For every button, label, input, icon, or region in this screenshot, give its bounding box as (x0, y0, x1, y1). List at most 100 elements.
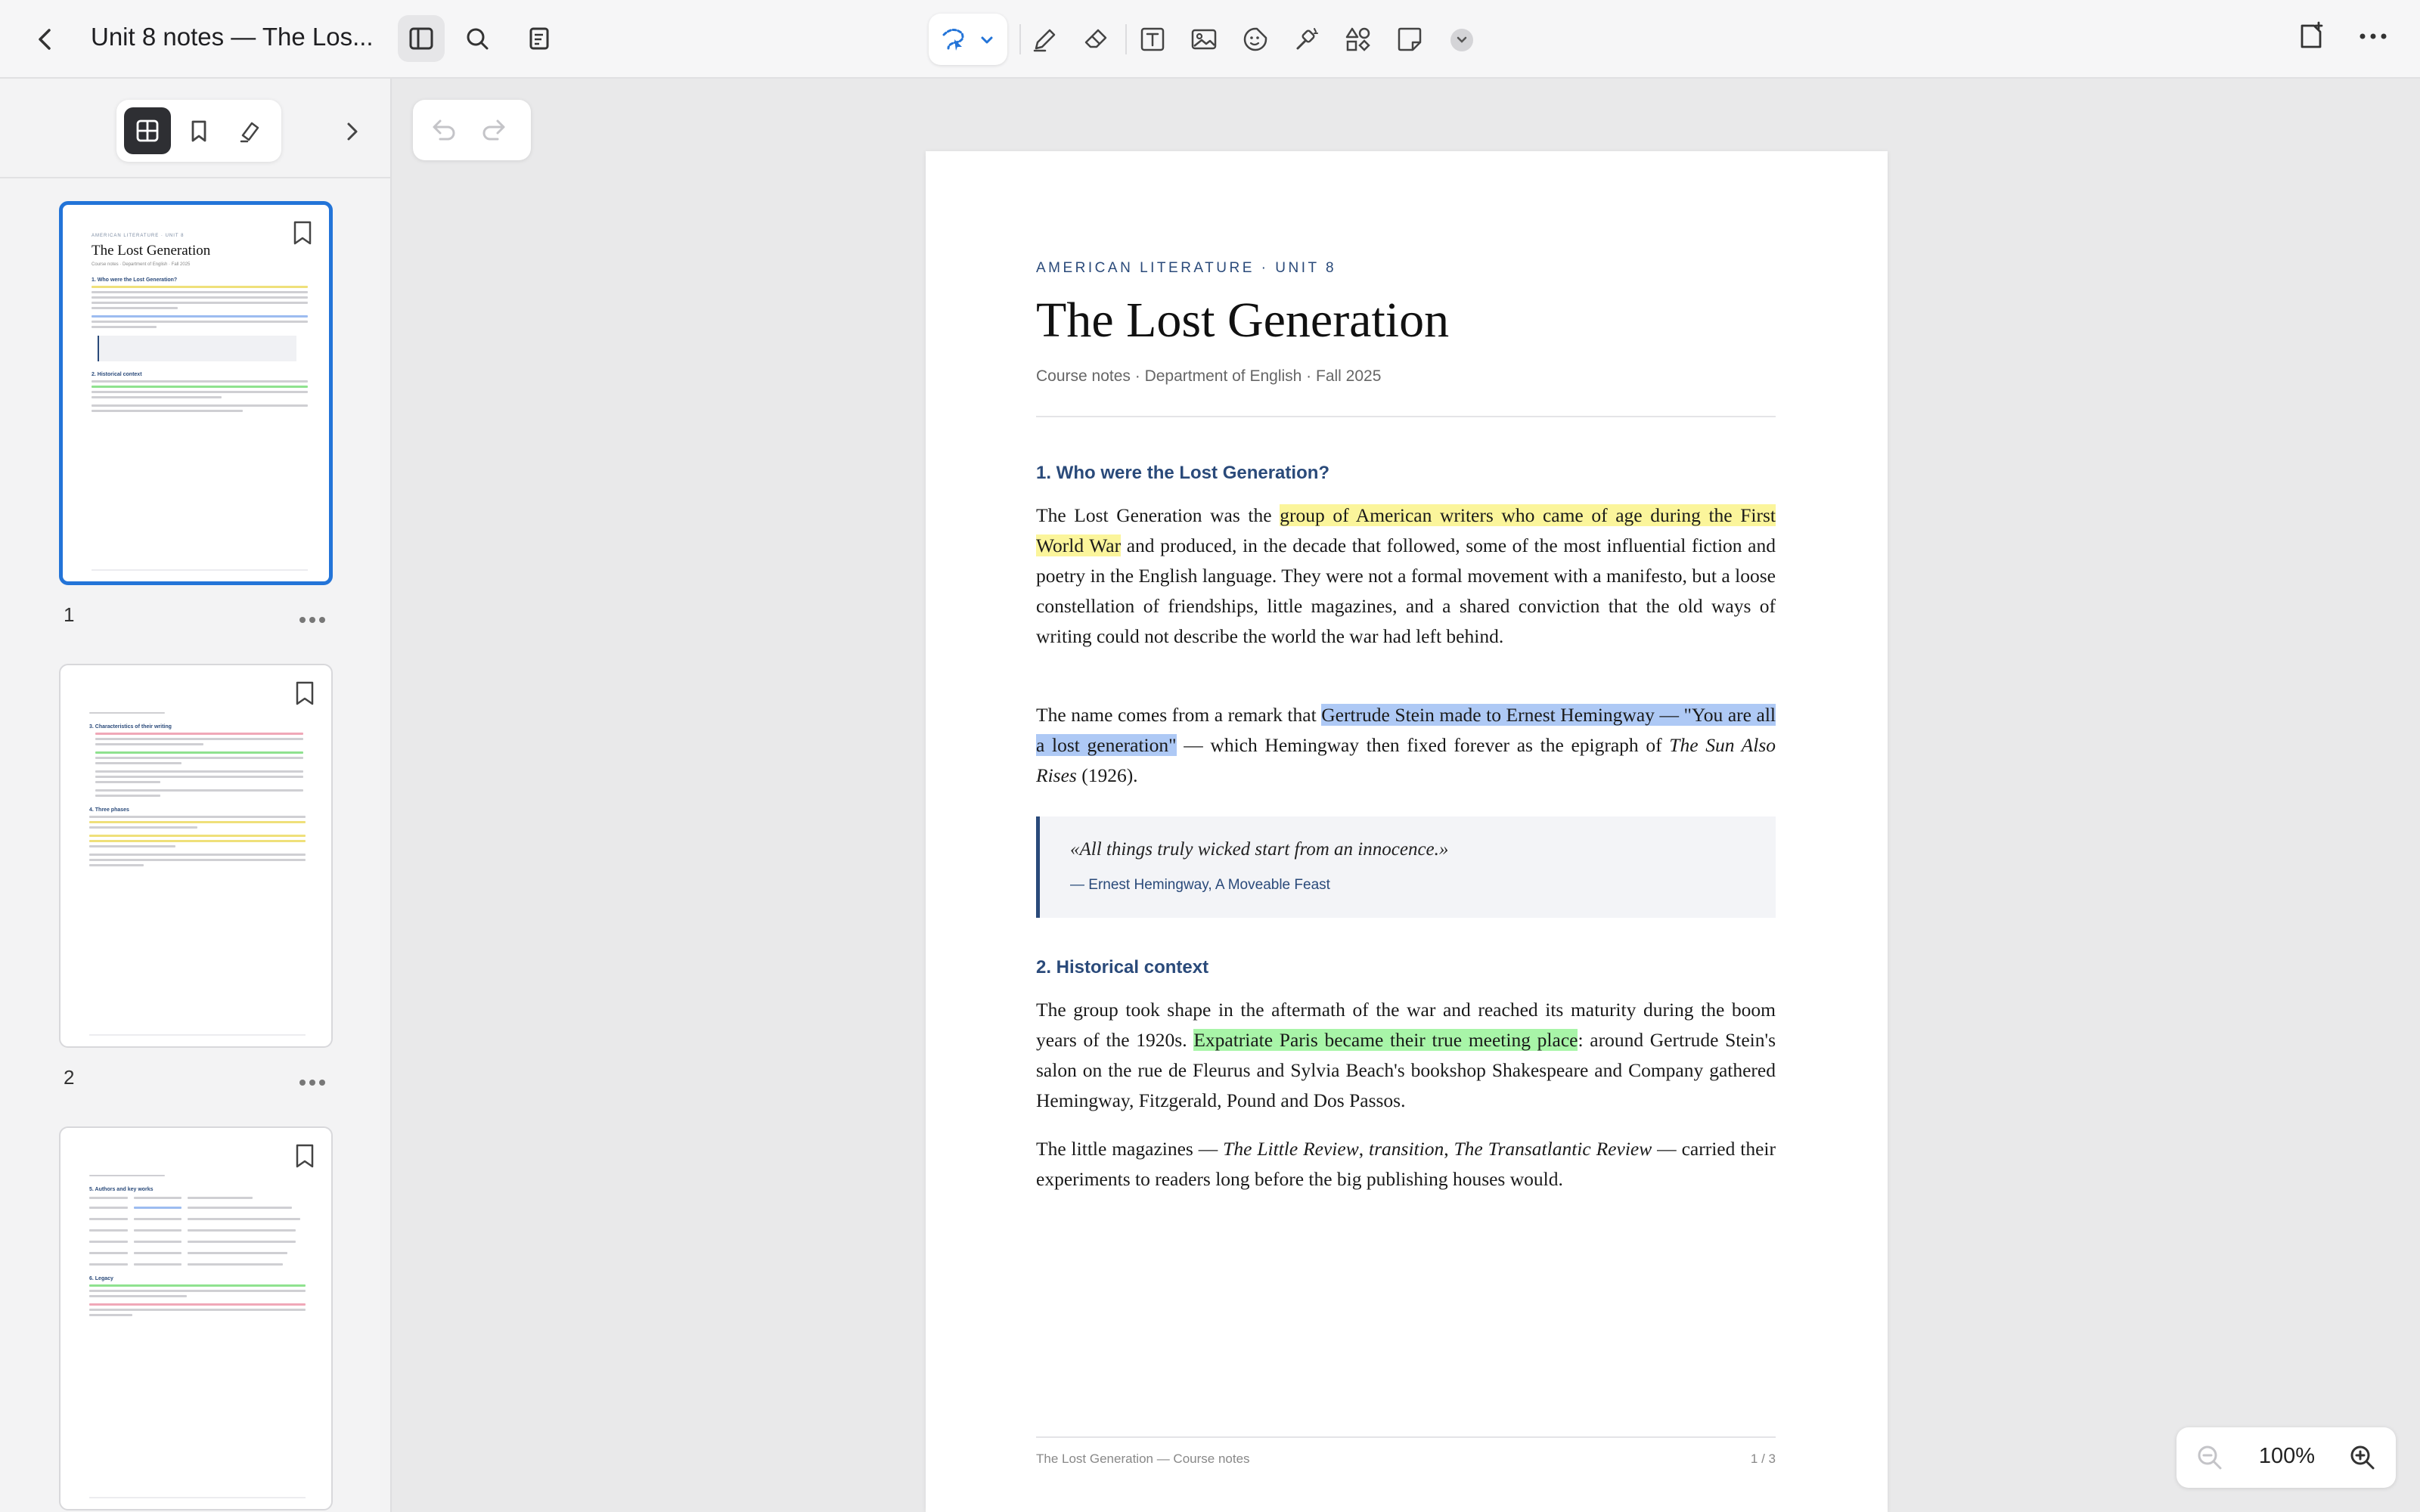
zoom-in-button[interactable] (2347, 1442, 2378, 1473)
notebook-icon (529, 27, 549, 50)
magazine-title: The Transatlantic Review (1454, 1138, 1652, 1160)
expand-sidebar-button[interactable] (337, 116, 368, 147)
sticky-note-tool[interactable] (1392, 21, 1428, 57)
sticker-tool[interactable] (1237, 21, 1274, 57)
document-page[interactable]: AMERICAN LITERATURE · UNIT 8 The Lost Ge… (926, 151, 1888, 1512)
tab-thumbnails[interactable] (124, 107, 171, 154)
notes-button[interactable] (516, 15, 563, 62)
zoom-in-icon (2350, 1445, 2375, 1470)
title-divider (1036, 416, 1776, 417)
text: The little magazines — (1036, 1138, 1224, 1160)
page-title: The Lost Generation (1036, 293, 1450, 348)
thumbnail-meta: Course notes · Department of English · F… (92, 262, 191, 267)
highlighter-icon (240, 122, 259, 143)
thumbnail-heading: 4. Three phases (89, 807, 129, 813)
paragraph: The Lost Generation was the group of Ame… (1036, 500, 1776, 652)
page-number: 1 (64, 603, 75, 626)
more-tools-button[interactable] (1450, 29, 1473, 51)
sidebar-tabs (116, 100, 281, 162)
pen-tool[interactable] (1027, 21, 1063, 57)
search-icon (467, 28, 489, 50)
magazine-title: transition (1369, 1138, 1444, 1160)
search-button[interactable] (454, 15, 501, 62)
course-label: AMERICAN LITERATURE · UNIT 8 (1036, 260, 1337, 276)
toolbar-divider (1019, 24, 1021, 54)
eraser-icon (1084, 29, 1107, 48)
magazine-title: The Little Review (1223, 1138, 1359, 1160)
chevron-down-icon (981, 36, 993, 44)
sticker-icon (1243, 27, 1267, 51)
toolbar-divider (1125, 24, 1127, 54)
footer-divider (1036, 1436, 1776, 1438)
thumbnail-heading: 6. Legacy (89, 1276, 113, 1281)
add-page-icon (2301, 21, 2323, 48)
page-thumbnail-1[interactable]: AMERICAN LITERATURE · UNIT 8 The Lost Ge… (59, 201, 333, 585)
thumbnail-footer (89, 1497, 306, 1498)
text: , (1358, 1138, 1370, 1160)
lasso-icon (942, 29, 964, 51)
drawing-tools (929, 14, 1488, 65)
zoom-out-button[interactable] (2195, 1442, 2225, 1473)
more-options-button[interactable] (2356, 21, 2393, 57)
page-sidebar: AMERICAN LITERATURE · UNIT 8 The Lost Ge… (0, 79, 392, 1512)
thumbnail-title: The Lost Generation (92, 243, 211, 259)
text-box-tool[interactable] (1134, 21, 1171, 57)
thumbnails-grid-icon (136, 119, 159, 142)
thumbnail-heading: 2. Historical context (92, 372, 142, 377)
paragraph: The name comes from a remark that Gertru… (1036, 700, 1776, 791)
highlight-green[interactable]: Expatriate Paris became their true meeti… (1193, 1029, 1578, 1051)
quote-text: «All things truly wicked start from an i… (1070, 839, 1449, 860)
page-footer-title: The Lost Generation — Course notes (1036, 1452, 1250, 1466)
sidebar-divider (0, 177, 390, 178)
thumbnail-heading: 3. Characteristics of their writing (89, 724, 172, 730)
image-tool[interactable] (1186, 21, 1222, 57)
text: The Lost Generation was the (1036, 504, 1280, 526)
thumbnail-heading: 1. Who were the Lost Generation? (92, 277, 178, 283)
text: — which Hemingway then fixed forever as … (1176, 734, 1670, 756)
section-heading: 1. Who were the Lost Generation? (1036, 463, 1330, 483)
add-page-button[interactable] (2296, 21, 2332, 57)
thumbnail-heading: 5. Authors and key works (89, 1187, 154, 1192)
sidebar-icon (409, 27, 433, 50)
quote-attribution: — Ernest Hemingway, A Moveable Feast (1070, 877, 1330, 893)
blockquote: «All things truly wicked start from an i… (1036, 816, 1776, 918)
text: , (1444, 1138, 1454, 1160)
zoom-out-icon (2198, 1445, 2222, 1470)
thumbnail-content: 3. Characteristics of their writing 4. T… (89, 694, 306, 866)
chevron-down-icon (1457, 36, 1467, 43)
tab-annotations[interactable] (227, 107, 274, 154)
undo-icon (433, 119, 455, 141)
laser-pointer-tool[interactable] (1289, 21, 1325, 57)
tab-bookmarks[interactable] (175, 107, 222, 154)
thumbnail-footer (92, 569, 308, 571)
text-box-icon (1140, 27, 1165, 51)
back-button[interactable] (30, 24, 60, 54)
page-footer-number: 1 / 3 (1750, 1452, 1776, 1466)
lasso-tool[interactable] (929, 14, 1007, 65)
laser-pointer-icon (1296, 28, 1318, 50)
paragraph: The little magazines — The Little Review… (1036, 1134, 1776, 1194)
chevron-right-icon (347, 122, 358, 141)
thumbnail-footer (89, 1034, 306, 1036)
thumbnail-label: AMERICAN LITERATURE · UNIT 8 (92, 234, 185, 238)
page-options-button[interactable] (299, 1080, 327, 1087)
bookmark-icon (191, 120, 206, 142)
thumbnail-content: AMERICAN LITERATURE · UNIT 8 The Lost Ge… (92, 234, 308, 412)
page-options-button[interactable] (299, 617, 327, 624)
eraser-tool[interactable] (1078, 21, 1115, 57)
chevron-left-icon (39, 29, 51, 50)
shapes-tool[interactable] (1340, 21, 1376, 57)
undo-button[interactable] (428, 116, 458, 144)
redo-icon (482, 119, 505, 141)
page-thumbnail-3[interactable]: 5. Authors and key works 6. Legacy (59, 1126, 333, 1510)
section-heading: 2. Historical context (1036, 957, 1209, 978)
toggle-sidebar-button[interactable] (398, 15, 445, 62)
zoom-level[interactable]: 100% (2249, 1444, 2325, 1469)
page-number: 2 (64, 1066, 75, 1089)
text: (1926). (1076, 764, 1138, 786)
sticky-note-icon (1398, 27, 1422, 51)
document-title[interactable]: Unit 8 notes — The Los... (91, 23, 374, 51)
page-thumbnail-2[interactable]: 3. Characteristics of their writing 4. T… (59, 664, 333, 1048)
redo-button[interactable] (479, 116, 510, 144)
ellipsis-icon (2360, 33, 2387, 39)
